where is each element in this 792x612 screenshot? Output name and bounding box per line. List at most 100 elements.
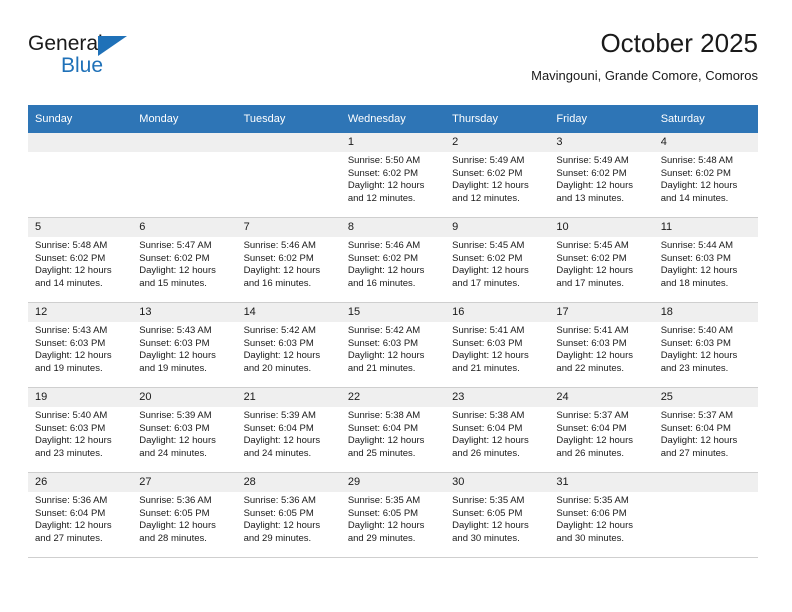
calendar-day-cell[interactable]: 1 Sunrise: 5:50 AM Sunset: 6:02 PM Daylight… xyxy=(340,133,446,218)
calendar-day-cell[interactable]: 22 Sunrise: 5:38 AM Sunset: 6:04 PM Dayligh… xyxy=(340,387,446,473)
calendar-day-cell[interactable]: 29 Sunrise: 5:35 AM Sunset: 6:05 PM Dayligh… xyxy=(340,472,446,558)
day-detail-line: Daylight: 12 hours xyxy=(347,265,425,277)
calendar-day-cell[interactable]: 19 Sunrise: 5:40 AM Sunset: 6:03 PM Dayligh… xyxy=(28,387,133,473)
calendar-day-cell[interactable]: 9 Sunrise: 5:45 AM Sunset: 6:02 PM Daylight… xyxy=(445,217,550,303)
calendar-day-cell[interactable]: 15 Sunrise: 5:42 AM Sunset: 6:03 PM Dayligh… xyxy=(340,302,446,388)
day-detail-line: Sunset: 6:04 PM xyxy=(243,422,314,434)
logo-text-general: General xyxy=(28,32,103,55)
calendar-day-cell[interactable]: 14 Sunrise: 5:42 AM Sunset: 6:03 PM Dayligh… xyxy=(236,302,341,388)
day-detail-line: Daylight: 12 hours xyxy=(347,180,425,192)
day-cell-inner: 20 Sunrise: 5:39 AM Sunset: 6:03 PM Dayligh… xyxy=(132,388,237,472)
day-detail-line: Sunset: 6:04 PM xyxy=(452,422,523,434)
calendar-day-cell[interactable]: 18 Sunrise: 5:40 AM Sunset: 6:03 PM Dayligh… xyxy=(653,302,758,388)
day-detail-line: Sunset: 6:05 PM xyxy=(452,507,523,519)
calendar-week-row: 12 Sunrise: 5:43 AM Sunset: 6:03 PM Dayligh… xyxy=(28,302,758,388)
day-sun-details: Sunrise: 5:36 AM Sunset: 6:04 PM Daylight:… xyxy=(28,492,132,545)
general-blue-logo[interactable]: General Blue xyxy=(28,32,148,88)
calendar-day-cell[interactable]: 8 Sunrise: 5:46 AM Sunset: 6:02 PM Daylight… xyxy=(340,217,446,303)
day-sun-details: Sunrise: 5:38 AM Sunset: 6:04 PM Daylight:… xyxy=(341,407,445,460)
day-cell-inner: 5 Sunrise: 5:48 AM Sunset: 6:02 PM Daylight… xyxy=(28,218,133,302)
calendar-day-cell[interactable]: 10 Sunrise: 5:45 AM Sunset: 6:02 PM Dayligh… xyxy=(549,217,654,303)
calendar-day-cell[interactable]: 13 Sunrise: 5:43 AM Sunset: 6:03 PM Dayligh… xyxy=(132,302,237,388)
day-cell-inner: 13 Sunrise: 5:43 AM Sunset: 6:03 PM Dayligh… xyxy=(132,303,237,387)
calendar-day-cell[interactable]: 5 Sunrise: 5:48 AM Sunset: 6:02 PM Daylight… xyxy=(28,217,133,303)
day-detail-line: Sunset: 6:03 PM xyxy=(452,337,523,349)
day-sun-details: Sunrise: 5:43 AM Sunset: 6:03 PM Daylight:… xyxy=(28,322,132,375)
day-detail-line: Daylight: 12 hours xyxy=(243,265,321,277)
calendar-day-cell[interactable]: 21 Sunrise: 5:39 AM Sunset: 6:04 PM Dayligh… xyxy=(236,387,341,473)
calendar-day-cell[interactable]: 4 Sunrise: 5:48 AM Sunset: 6:02 PM Daylight… xyxy=(653,133,758,218)
day-number: 17 xyxy=(549,303,654,322)
location-subtitle: Mavingouni, Grande Comore, Comoros xyxy=(531,68,758,83)
day-number: 9 xyxy=(445,218,550,237)
calendar-day-cell[interactable]: 12 Sunrise: 5:43 AM Sunset: 6:03 PM Dayligh… xyxy=(28,302,133,388)
day-cell-inner: 25 Sunrise: 5:37 AM Sunset: 6:04 PM Dayligh… xyxy=(653,388,758,472)
day-number: 18 xyxy=(653,303,758,322)
day-cell-inner: 3 Sunrise: 5:49 AM Sunset: 6:02 PM Daylight… xyxy=(549,133,654,217)
day-detail-line: Sunrise: 5:49 AM xyxy=(556,155,629,166)
day-detail-line: Sunrise: 5:38 AM xyxy=(347,410,421,421)
day-detail-line: Sunrise: 5:36 AM xyxy=(139,495,212,506)
calendar-day-cell[interactable]: 2 Sunrise: 5:49 AM Sunset: 6:02 PM Daylight… xyxy=(445,133,550,218)
day-detail-line: Sunset: 6:03 PM xyxy=(556,337,627,349)
day-detail-line: Daylight: 12 hours xyxy=(660,350,738,362)
calendar-day-cell[interactable]: 25 Sunrise: 5:37 AM Sunset: 6:04 PM Dayligh… xyxy=(653,387,758,473)
calendar-day-cell[interactable]: 7 Sunrise: 5:46 AM Sunset: 6:02 PM Daylight… xyxy=(236,217,341,303)
day-detail-line: Sunset: 6:05 PM xyxy=(139,507,210,519)
weekday-header-thursday: Thursday xyxy=(445,105,550,133)
page-title: October 2025 xyxy=(600,28,758,58)
day-sun-details: Sunrise: 5:40 AM Sunset: 6:03 PM Daylight:… xyxy=(28,407,132,460)
day-cell-inner xyxy=(28,133,133,217)
day-detail-line: Sunrise: 5:44 AM xyxy=(660,240,734,251)
calendar-day-cell[interactable]: 28 Sunrise: 5:36 AM Sunset: 6:05 PM Dayligh… xyxy=(236,472,341,558)
calendar-day-cell[interactable]: 27 Sunrise: 5:36 AM Sunset: 6:05 PM Dayligh… xyxy=(132,472,237,558)
calendar-day-cell[interactable]: 30 Sunrise: 5:35 AM Sunset: 6:05 PM Dayligh… xyxy=(445,472,550,558)
day-detail-line: Daylight: 12 hours xyxy=(660,435,738,447)
day-detail-line: Sunset: 6:02 PM xyxy=(35,252,106,264)
calendar-day-cell[interactable]: 16 Sunrise: 5:41 AM Sunset: 6:03 PM Dayligh… xyxy=(445,302,550,388)
day-number: 20 xyxy=(132,388,237,407)
day-detail-line: Sunset: 6:05 PM xyxy=(243,507,314,519)
day-detail-line: Sunset: 6:02 PM xyxy=(139,252,210,264)
day-cell-inner: 31 Sunrise: 5:35 AM Sunset: 6:06 PM Dayligh… xyxy=(549,473,654,557)
calendar-header-row: Sunday Monday Tuesday Wednesday Thursday Frid… xyxy=(28,105,758,133)
calendar-day-cell[interactable]: 20 Sunrise: 5:39 AM Sunset: 6:03 PM Dayligh… xyxy=(132,387,237,473)
day-number: 4 xyxy=(653,133,758,152)
day-detail-line: Daylight: 12 hours xyxy=(243,350,321,362)
calendar-day-cell[interactable]: 26 Sunrise: 5:36 AM Sunset: 6:04 PM Dayligh… xyxy=(28,472,133,558)
day-detail-line: and 17 minutes. xyxy=(452,277,520,289)
day-number: 19 xyxy=(28,388,133,407)
calendar-day-cell[interactable]: 31 Sunrise: 5:35 AM Sunset: 6:06 PM Dayligh… xyxy=(549,472,654,558)
day-detail-line: Sunrise: 5:46 AM xyxy=(243,240,316,251)
calendar-week-row: 19 Sunrise: 5:40 AM Sunset: 6:03 PM Dayligh… xyxy=(28,387,758,473)
day-detail-line: Sunset: 6:02 PM xyxy=(556,167,627,179)
day-detail-line: Sunrise: 5:50 AM xyxy=(347,155,421,166)
day-detail-line: Daylight: 12 hours xyxy=(452,435,529,447)
day-cell-inner: 27 Sunrise: 5:36 AM Sunset: 6:05 PM Dayligh… xyxy=(132,473,237,557)
day-detail-line: Sunset: 6:02 PM xyxy=(347,167,419,179)
calendar-day-cell[interactable]: 23 Sunrise: 5:38 AM Sunset: 6:04 PM Dayligh… xyxy=(445,387,550,473)
day-cell-inner: 12 Sunrise: 5:43 AM Sunset: 6:03 PM Dayligh… xyxy=(28,303,133,387)
calendar-empty-cell xyxy=(236,133,341,218)
calendar-day-cell[interactable]: 6 Sunrise: 5:47 AM Sunset: 6:02 PM Daylight… xyxy=(132,217,237,303)
day-number: 6 xyxy=(132,218,237,237)
day-detail-line: Sunset: 6:03 PM xyxy=(660,337,731,349)
day-detail-line: and 19 minutes. xyxy=(35,362,103,374)
calendar-day-cell[interactable]: 11 Sunrise: 5:44 AM Sunset: 6:03 PM Dayligh… xyxy=(653,217,758,303)
day-number: 10 xyxy=(549,218,654,237)
day-number: 31 xyxy=(549,473,654,492)
calendar-day-cell[interactable]: 24 Sunrise: 5:37 AM Sunset: 6:04 PM Dayligh… xyxy=(549,387,654,473)
day-sun-details: Sunrise: 5:36 AM Sunset: 6:05 PM Daylight:… xyxy=(132,492,236,545)
calendar-day-cell[interactable]: 3 Sunrise: 5:49 AM Sunset: 6:02 PM Daylight… xyxy=(549,133,654,218)
day-cell-inner: 26 Sunrise: 5:36 AM Sunset: 6:04 PM Dayligh… xyxy=(28,473,133,557)
day-sun-details: Sunrise: 5:46 AM Sunset: 6:02 PM Daylight:… xyxy=(341,237,445,290)
calendar-page: General Blue October 2025 Mavingouni, Gr… xyxy=(0,0,792,612)
day-number: 14 xyxy=(236,303,341,322)
calendar-day-cell[interactable]: 17 Sunrise: 5:41 AM Sunset: 6:03 PM Dayligh… xyxy=(549,302,654,388)
day-detail-line: Daylight: 12 hours xyxy=(347,435,425,447)
day-detail-line: and 16 minutes. xyxy=(347,277,416,289)
day-detail-line: Sunrise: 5:37 AM xyxy=(660,410,734,421)
day-cell-inner xyxy=(132,133,237,217)
day-detail-line: Sunrise: 5:41 AM xyxy=(452,325,525,336)
day-detail-line: and 27 minutes. xyxy=(35,532,103,544)
